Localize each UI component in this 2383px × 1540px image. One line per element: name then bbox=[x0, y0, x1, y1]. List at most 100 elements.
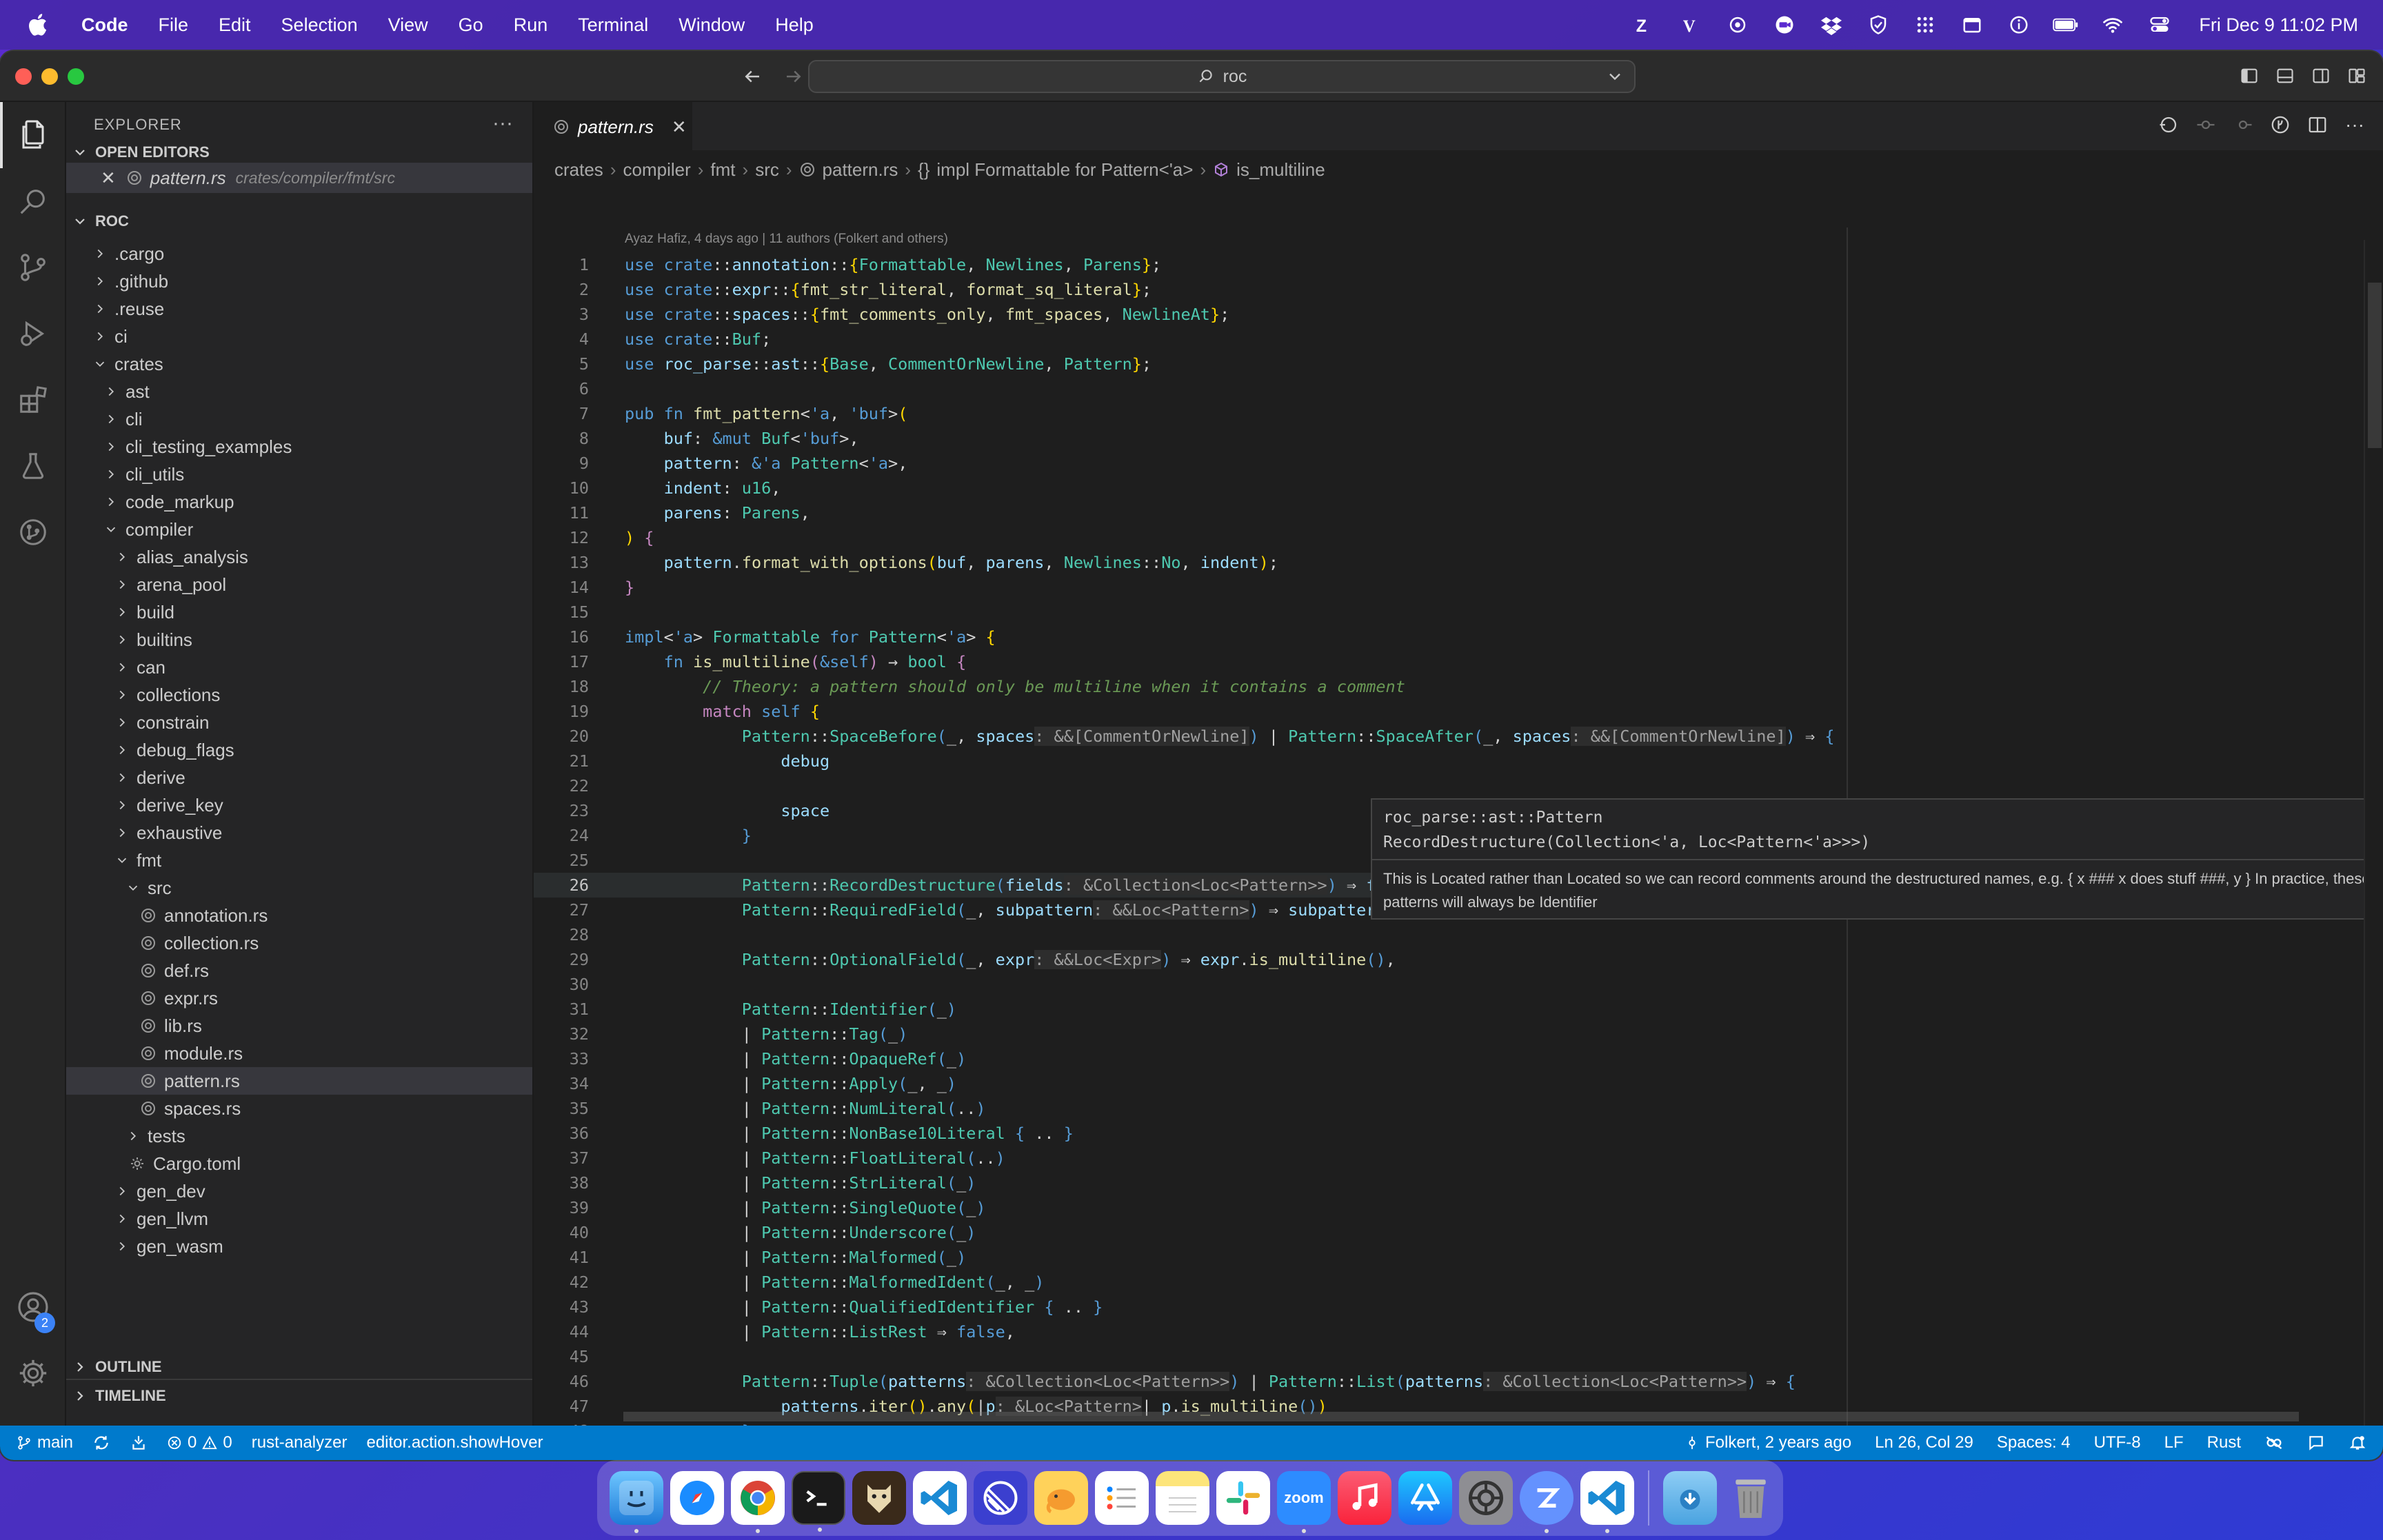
line-number[interactable]: 6 bbox=[534, 376, 589, 401]
more-actions-icon[interactable]: ··· bbox=[492, 112, 513, 135]
line-number[interactable]: 46 bbox=[534, 1369, 589, 1394]
code-line[interactable]: 11 parens: Parens, bbox=[534, 500, 2368, 525]
customize-layout-icon[interactable] bbox=[2344, 63, 2369, 88]
cursor-position[interactable]: Ln 26, Col 29 bbox=[1875, 1433, 1973, 1452]
bird-status-icon[interactable] bbox=[1725, 12, 1751, 38]
end-of-line[interactable]: LF bbox=[2164, 1433, 2184, 1452]
line-number[interactable]: 33 bbox=[534, 1046, 589, 1071]
codelens-blame-header[interactable]: Ayaz Hafiz, 4 days ago | 11 authors (Fol… bbox=[625, 232, 948, 247]
line-number[interactable]: 3 bbox=[534, 302, 589, 327]
line-number[interactable]: 12 bbox=[534, 525, 589, 550]
tree-item-fmt[interactable]: fmt bbox=[66, 847, 532, 874]
downloads-folder-icon[interactable] bbox=[1663, 1471, 1717, 1525]
shield-status-icon[interactable] bbox=[1865, 12, 1891, 38]
zulip-app-icon[interactable] bbox=[1520, 1471, 1573, 1533]
chrome-app-icon[interactable] bbox=[731, 1471, 785, 1533]
line-number[interactable]: 18 bbox=[534, 674, 589, 699]
line-number[interactable]: 42 bbox=[534, 1270, 589, 1295]
tree-item-annotation-rs[interactable]: annotation.rs bbox=[66, 902, 532, 929]
line-number[interactable]: 15 bbox=[534, 600, 589, 625]
line-number[interactable]: 25 bbox=[534, 848, 589, 873]
system-settings-app-icon[interactable] bbox=[1459, 1471, 1513, 1525]
timeline-section[interactable]: TIMELINE bbox=[72, 1387, 166, 1405]
control-center-icon[interactable] bbox=[2146, 12, 2173, 38]
language-mode[interactable]: Rust bbox=[2207, 1433, 2241, 1452]
hover-widget[interactable]: roc_parse::ast::Pattern RecordDestructur… bbox=[1371, 798, 2383, 920]
code-line[interactable]: 44 | Pattern::ListRest ⇒ false, bbox=[534, 1319, 2368, 1344]
elephant-app-icon[interactable] bbox=[1034, 1471, 1088, 1525]
tree-item-expr-rs[interactable]: expr.rs bbox=[66, 984, 532, 1012]
code-line[interactable]: 17 fn is_multiline(&self) → bool { bbox=[534, 649, 2368, 674]
code-line[interactable]: 31 Pattern::Identifier(_) bbox=[534, 997, 2368, 1022]
close-window-button[interactable] bbox=[15, 68, 32, 85]
breadcrumb-compiler[interactable]: compiler bbox=[623, 159, 690, 181]
tree-item-debug-flags[interactable]: debug_flags bbox=[66, 736, 532, 764]
toggle-primary-sidebar-icon[interactable] bbox=[2237, 63, 2262, 88]
back-arrow-icon[interactable] bbox=[739, 63, 765, 90]
line-number[interactable]: 31 bbox=[534, 997, 589, 1022]
code-line[interactable]: 13 pattern.format_with_options(buf, pare… bbox=[534, 550, 2368, 575]
code-line[interactable]: 16 impl<'a> Formattable for Pattern<'a> { bbox=[534, 625, 2368, 649]
split-editor-icon[interactable] bbox=[2306, 113, 2329, 136]
tree-item-alias-analysis[interactable]: alias_analysis bbox=[66, 543, 532, 571]
last-action-status[interactable]: editor.action.showHover bbox=[366, 1433, 543, 1452]
extensions-activity[interactable] bbox=[0, 367, 66, 433]
menu-file[interactable]: File bbox=[159, 14, 189, 36]
tree-item-crates[interactable]: crates bbox=[66, 350, 532, 378]
menu-clock[interactable]: Fri Dec 9 11:02 PM bbox=[2199, 14, 2358, 36]
line-number[interactable]: 36 bbox=[534, 1121, 589, 1146]
line-number[interactable]: 26 bbox=[534, 873, 589, 898]
tree-item-build[interactable]: build bbox=[66, 598, 532, 626]
menu-view[interactable]: View bbox=[388, 14, 428, 36]
feedback-icon[interactable] bbox=[2307, 1434, 2325, 1452]
toggle-secondary-sidebar-icon[interactable] bbox=[2309, 63, 2333, 88]
roc-project-section[interactable]: ROC bbox=[72, 212, 129, 230]
menu-go[interactable]: Go bbox=[459, 14, 483, 36]
finder-app-icon[interactable] bbox=[610, 1471, 663, 1533]
app-store-icon[interactable] bbox=[1398, 1471, 1452, 1525]
menu-help[interactable]: Help bbox=[775, 14, 814, 36]
tree-item-cargo-toml[interactable]: Cargo.toml bbox=[66, 1150, 532, 1177]
tree-item-cargo[interactable]: .cargo bbox=[66, 240, 532, 267]
apple-icon[interactable] bbox=[25, 11, 52, 39]
grid-status-icon[interactable] bbox=[1912, 12, 1938, 38]
line-number[interactable]: 23 bbox=[534, 798, 589, 823]
horizontal-scrollbar[interactable] bbox=[623, 1412, 2299, 1421]
code-line[interactable]: 33 | Pattern::OpaqueRef(_) bbox=[534, 1046, 2368, 1071]
code-line[interactable]: 34 | Pattern::Apply(_, _) bbox=[534, 1071, 2368, 1096]
line-number[interactable]: 35 bbox=[534, 1096, 589, 1121]
code-line[interactable]: 21 debug bbox=[534, 749, 2368, 773]
line-number[interactable]: 28 bbox=[534, 922, 589, 947]
line-number[interactable]: 30 bbox=[534, 972, 589, 997]
liveshare-icon[interactable] bbox=[130, 1434, 148, 1452]
tree-item-ast[interactable]: ast bbox=[66, 378, 532, 405]
close-icon[interactable]: ✕ bbox=[672, 116, 687, 138]
breadcrumb-file[interactable]: pattern.rs bbox=[823, 159, 898, 181]
line-number[interactable]: 32 bbox=[534, 1022, 589, 1046]
line-number[interactable]: 39 bbox=[534, 1195, 589, 1220]
line-number[interactable]: 27 bbox=[534, 898, 589, 922]
menu-edit[interactable]: Edit bbox=[219, 14, 251, 36]
breadcrumb-symbol[interactable]: is_multiline bbox=[1236, 159, 1325, 181]
tree-item-reuse[interactable]: .reuse bbox=[66, 295, 532, 323]
code-line[interactable]: 15 bbox=[534, 600, 2368, 625]
safari-app-icon[interactable] bbox=[670, 1471, 724, 1525]
line-number[interactable]: 41 bbox=[534, 1245, 589, 1270]
tree-item-arena-pool[interactable]: arena_pool bbox=[66, 571, 532, 598]
code-line[interactable]: 39 | Pattern::SingleQuote(_) bbox=[534, 1195, 2368, 1220]
code-line[interactable]: 30 bbox=[534, 972, 2368, 997]
run-debug-activity[interactable] bbox=[0, 301, 66, 367]
tree-item-gen-dev[interactable]: gen_dev bbox=[66, 1177, 532, 1205]
trash-icon[interactable] bbox=[1724, 1471, 1778, 1525]
tree-item-def-rs[interactable]: def.rs bbox=[66, 957, 532, 984]
code-line[interactable]: 42 | Pattern::MalformedIdent(_, _) bbox=[534, 1270, 2368, 1295]
menu-run[interactable]: Run bbox=[514, 14, 548, 36]
line-number[interactable]: 47 bbox=[534, 1394, 589, 1419]
line-number[interactable]: 38 bbox=[534, 1171, 589, 1195]
breadcrumb-crates[interactable]: crates bbox=[554, 159, 603, 181]
tree-item-gen-llvm[interactable]: gen_llvm bbox=[66, 1205, 532, 1233]
breadcrumb-src[interactable]: src bbox=[755, 159, 779, 181]
line-number[interactable]: 17 bbox=[534, 649, 589, 674]
linear-app-icon[interactable] bbox=[974, 1471, 1027, 1525]
line-number[interactable]: 16 bbox=[534, 625, 589, 649]
